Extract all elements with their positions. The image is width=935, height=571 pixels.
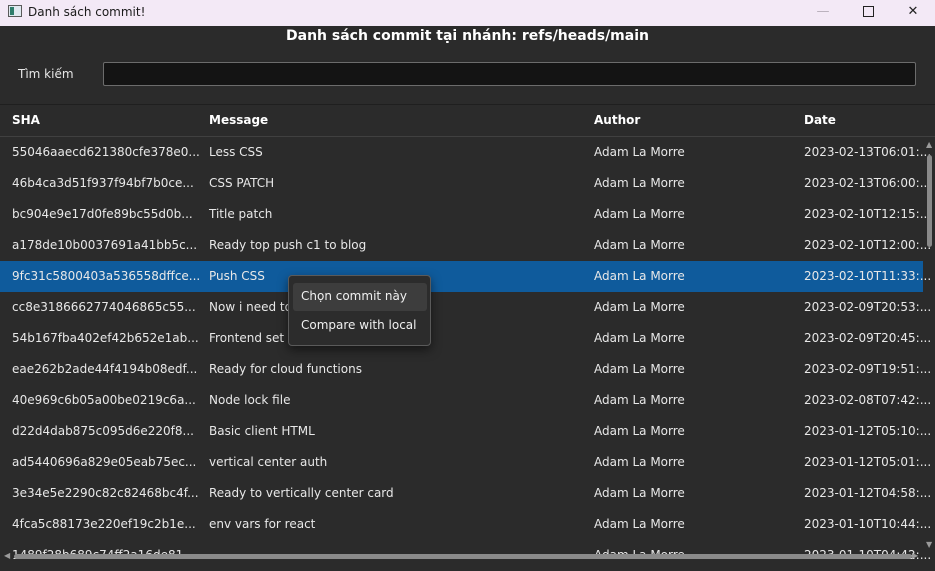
- table-row[interactable]: d22d4dab875c095d6e220f8... Basic client H…: [0, 416, 931, 447]
- table-row[interactable]: 9fc31c5800403a536558dffce... Push CSS Adam…: [0, 261, 931, 292]
- close-button[interactable]: ✕: [890, 0, 935, 26]
- row-sha: ad5440696a829e05eab75ec...: [12, 455, 197, 469]
- scroll-right-icon[interactable]: ▶: [912, 551, 918, 560]
- row-sha: bc904e9e17d0fe89bc55d0b...: [12, 207, 193, 221]
- menu-item-compare-local[interactable]: Compare with local: [293, 312, 427, 340]
- table-row[interactable]: 54b167fba402ef42b652e1ab... Frontend set …: [0, 323, 931, 354]
- table-row[interactable]: eae262b2ade44f4194b08edf... Ready for clo…: [0, 354, 931, 385]
- row-message: Less CSS: [209, 145, 263, 159]
- row-message: Ready to vertically center card: [209, 486, 394, 500]
- row-author: Adam La Morre: [594, 517, 685, 531]
- row-author: Adam La Morre: [594, 176, 685, 190]
- window-title: Danh sách commit!: [28, 5, 146, 19]
- column-header-message[interactable]: Message: [209, 113, 268, 127]
- row-message: Node lock file: [209, 393, 291, 407]
- app-icon: [8, 5, 22, 17]
- title-bar: Danh sách commit! — ✕: [0, 0, 935, 26]
- vertical-scrollbar[interactable]: ▲ ▼: [923, 137, 935, 557]
- row-message: vertical center auth: [209, 455, 328, 469]
- table-row[interactable]: 40e969c6b05a00be0219c6a... Node lock file…: [0, 385, 931, 416]
- vertical-scroll-thumb[interactable]: [927, 155, 932, 247]
- scroll-up-icon[interactable]: ▲: [926, 141, 932, 149]
- maximize-icon: [862, 6, 874, 17]
- horizontal-scrollbar[interactable]: ◀ ▶: [0, 548, 923, 562]
- context-menu: Chọn commit này Compare with local: [288, 275, 431, 346]
- commit-grid: SHA Message Author Date 55046aaecd621380…: [0, 104, 935, 563]
- menu-item-select-commit[interactable]: Chọn commit này: [293, 283, 427, 311]
- row-author: Adam La Morre: [594, 238, 685, 252]
- row-date: 2023-02-10T12:00:...: [804, 238, 932, 252]
- row-date: 2023-01-12T05:01:...: [804, 455, 932, 469]
- row-sha: 9fc31c5800403a536558dffce...: [12, 269, 201, 283]
- row-sha: 46b4ca3d51f937f94bf7b0ce...: [12, 176, 194, 190]
- row-date: 2023-01-12T05:10:...: [804, 424, 932, 438]
- row-message: Ready top push c1 to blog: [209, 238, 367, 252]
- table-row[interactable]: 46b4ca3d51f937f94bf7b0ce... CSS PATCH Adam…: [0, 168, 931, 199]
- row-message: env vars for react: [209, 517, 316, 531]
- table-row[interactable]: 3e34e5e2290c82c82468bc4f... Ready to vert…: [0, 478, 931, 509]
- row-date: 2023-01-12T04:58:...: [804, 486, 932, 500]
- row-author: Adam La Morre: [594, 486, 685, 500]
- minimize-button[interactable]: —: [800, 0, 846, 26]
- row-sha: 40e969c6b05a00be0219c6a...: [12, 393, 196, 407]
- page-title: Danh sách commit tại nhánh: refs/heads/m…: [286, 28, 649, 44]
- horizontal-scroll-thumb[interactable]: [14, 554, 912, 559]
- row-message: Ready for cloud functions: [209, 362, 362, 376]
- search-label: Tìm kiếm: [18, 67, 74, 81]
- row-date: 2023-02-13T06:00:...: [804, 176, 932, 190]
- scroll-down-icon[interactable]: ▼: [926, 541, 932, 549]
- row-sha: 4fca5c88173e220ef19c2b1e...: [12, 517, 196, 531]
- row-sha: eae262b2ade44f4194b08edf...: [12, 362, 198, 376]
- row-author: Adam La Morre: [594, 300, 685, 314]
- row-date: 2023-02-10T12:15:...: [804, 207, 932, 221]
- row-author: Adam La Morre: [594, 207, 685, 221]
- row-sha: cc8e3186662774046865c55...: [12, 300, 196, 314]
- row-date: 2023-02-09T20:53:...: [804, 300, 932, 314]
- row-sha: d22d4dab875c095d6e220f8...: [12, 424, 194, 438]
- row-author: Adam La Morre: [594, 269, 685, 283]
- search-input[interactable]: [103, 62, 916, 86]
- table-row[interactable]: a178de10b0037691a41bb5c... Ready top push…: [0, 230, 931, 261]
- row-date: 2023-02-13T06:01:...: [804, 145, 932, 159]
- row-author: Adam La Morre: [594, 455, 685, 469]
- row-sha: 55046aaecd621380cfe378e0...: [12, 145, 200, 159]
- row-sha: 3e34e5e2290c82c82468bc4f...: [12, 486, 199, 500]
- row-message: Push CSS: [209, 269, 265, 283]
- table-row[interactable]: ad5440696a829e05eab75ec... vertical cente…: [0, 447, 931, 478]
- scroll-left-icon[interactable]: ◀: [4, 551, 10, 560]
- row-date: 2023-02-10T11:33:...: [804, 269, 932, 283]
- column-header-sha[interactable]: SHA: [12, 113, 40, 127]
- row-date: 2023-02-08T07:42:...: [804, 393, 932, 407]
- column-header-date[interactable]: Date: [804, 113, 836, 127]
- row-date: 2023-01-10T10:44:...: [804, 517, 932, 531]
- row-author: Adam La Morre: [594, 393, 685, 407]
- column-header-author[interactable]: Author: [594, 113, 640, 127]
- row-author: Adam La Morre: [594, 145, 685, 159]
- row-message: Now i need to: [209, 300, 292, 314]
- row-message: CSS PATCH: [209, 176, 275, 190]
- row-author: Adam La Morre: [594, 424, 685, 438]
- row-message: Basic client HTML: [209, 424, 315, 438]
- row-author: Adam La Morre: [594, 331, 685, 345]
- row-sha: 54b167fba402ef42b652e1ab...: [12, 331, 199, 345]
- row-sha: a178de10b0037691a41bb5c...: [12, 238, 198, 252]
- row-message: Title patch: [209, 207, 273, 221]
- row-date: 2023-02-09T19:51:...: [804, 362, 932, 376]
- table-row[interactable]: 4fca5c88173e220ef19c2b1e... env vars for …: [0, 509, 931, 540]
- row-author: Adam La Morre: [594, 362, 685, 376]
- table-row[interactable]: bc904e9e17d0fe89bc55d0b... Title patch Ada…: [0, 199, 931, 230]
- maximize-button[interactable]: [845, 0, 891, 26]
- row-date: 2023-02-09T20:45:...: [804, 331, 932, 345]
- table-row[interactable]: 55046aaecd621380cfe378e0... Less CSS Adam …: [0, 137, 931, 168]
- table-row[interactable]: cc8e3186662774046865c55... Now i need to A…: [0, 292, 931, 323]
